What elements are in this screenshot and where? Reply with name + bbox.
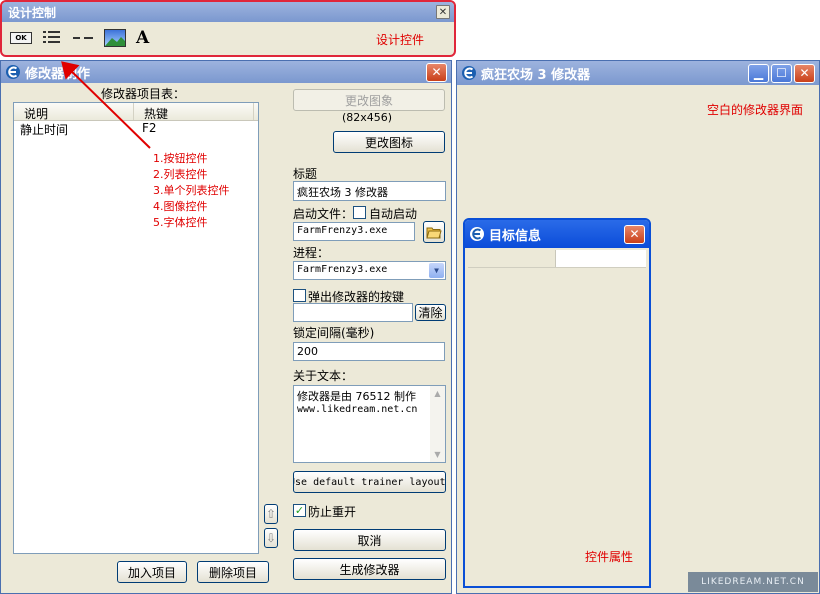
app-logo-icon — [461, 65, 477, 81]
about-scrollbar[interactable]: ▲ ▼ — [430, 386, 445, 462]
delete-item-button[interactable]: 删除项目 — [197, 561, 269, 583]
maximize-icon[interactable]: ☐ — [771, 63, 792, 83]
app-logo-icon — [469, 226, 485, 242]
image-size-label: (82x456) — [342, 111, 393, 124]
trainer-editor-window: 修改器制作 ✕ 修改器项目表： 说明 热键 静止时间 F2 1.按钮控件 2.列… — [0, 60, 452, 594]
open-folder-icon — [426, 225, 442, 239]
property-name-cell[interactable] — [468, 250, 556, 267]
about-text-line: 修改器是由 76512 制作 — [297, 390, 416, 403]
popup-hotkey-checkbox[interactable] — [293, 289, 306, 302]
editor-title: 修改器制作 — [25, 66, 91, 82]
target-close-icon[interactable]: ✕ — [624, 224, 645, 244]
add-item-button[interactable]: 加入项目 — [117, 561, 187, 583]
move-down-button[interactable]: ⇩ — [264, 528, 278, 548]
button-tool-icon[interactable]: OK — [10, 32, 32, 44]
design-close-icon[interactable]: ✕ — [436, 5, 450, 19]
column-header-hotkey[interactable]: 热键 — [134, 103, 254, 121]
title-field[interactable]: 疯狂农场 3 修改器 — [293, 181, 446, 201]
process-value: FarmFrenzy3.exe — [297, 264, 388, 275]
column-header-desc[interactable]: 说明 — [14, 103, 134, 121]
row-hotkey: F2 — [142, 121, 157, 135]
target-info-title: 目标信息 — [489, 228, 542, 244]
start-file-field[interactable]: FarmFrenzy3.exe — [293, 222, 415, 241]
table-row[interactable]: 静止时间 F2 — [14, 121, 258, 137]
control-annotations: 1.按钮控件 2.列表控件 3.单个列表控件 4.图像控件 5.字体控件 — [153, 151, 230, 231]
design-control-window: 设计控制 ✕ OK A 设计控件 — [0, 0, 456, 57]
control-properties-label: 控件属性 — [585, 550, 634, 564]
scroll-up-icon[interactable]: ▲ — [430, 386, 445, 401]
change-icon-button[interactable]: 更改图标 — [333, 131, 445, 153]
annotation-button-control: 1.按钮控件 — [153, 152, 208, 165]
design-toolbar: OK A — [10, 29, 149, 47]
trainer-titlebar[interactable]: 疯狂农场 3 修改器 ▁ ☐ ✕ — [457, 61, 819, 85]
annotation-list-control: 2.列表控件 — [153, 168, 208, 181]
prevent-reopen-checkbox[interactable]: ✓ — [293, 504, 306, 517]
about-text-area[interactable]: 修改器是由 76512 制作 www.likedream.net.cn ▲ ▼ — [293, 385, 446, 463]
editor-titlebar[interactable]: 修改器制作 ✕ — [1, 61, 451, 83]
annotation-single-list-control: 3.单个列表控件 — [153, 184, 230, 197]
target-info-window: 目标信息 ✕ 控件属性 — [463, 218, 651, 588]
design-control-title: 设计控制 — [8, 5, 57, 20]
app-logo-icon — [5, 64, 21, 80]
close-icon[interactable]: ✕ — [794, 63, 815, 83]
browse-folder-button[interactable] — [423, 221, 445, 243]
list-header: 说明 热键 — [14, 103, 258, 121]
about-text-line: www.likedream.net.cn — [297, 404, 418, 415]
single-list-tool-icon[interactable] — [72, 29, 94, 47]
lock-interval-field[interactable]: 200 — [293, 342, 445, 361]
minimize-icon[interactable]: ▁ — [748, 63, 769, 83]
popup-hotkey-field[interactable] — [293, 303, 413, 322]
editor-close-icon[interactable]: ✕ — [426, 62, 447, 82]
property-grid[interactable] — [468, 250, 646, 268]
clear-hotkey-button[interactable]: 清除 — [415, 304, 446, 321]
list-tool-icon[interactable] — [42, 29, 62, 47]
autostart-label: 自动启动 — [369, 207, 418, 221]
annotation-font-control: 5.字体控件 — [153, 216, 208, 229]
lock-interval-label: 锁定间隔(毫秒) — [293, 326, 375, 340]
default-layout-label: Use default trainer layout — [293, 476, 446, 488]
process-select[interactable]: FarmFrenzy3.exe ▼ — [293, 261, 446, 280]
trainer-title: 疯狂农场 3 修改器 — [481, 67, 591, 83]
row-desc: 静止时间 — [20, 123, 69, 137]
cancel-button[interactable]: 取消 — [293, 529, 446, 551]
image-tool-icon[interactable] — [104, 29, 126, 47]
autostart-checkbox[interactable] — [353, 206, 366, 219]
blank-trainer-label: 空白的修改器界面 — [707, 103, 804, 117]
font-tool-icon[interactable]: A — [136, 29, 149, 47]
title-label: 标题 — [293, 167, 318, 181]
design-controls-label: 设计控件 — [376, 33, 425, 47]
annotation-image-control: 4.图像控件 — [153, 200, 208, 213]
default-layout-button[interactable]: Use default trainer layout — [293, 471, 446, 493]
process-label: 进程： — [293, 246, 330, 260]
generate-trainer-button[interactable]: 生成修改器 — [293, 558, 446, 580]
move-up-button[interactable]: ⇧ — [264, 504, 278, 524]
design-control-titlebar[interactable]: 设计控制 ✕ — [2, 2, 454, 22]
target-info-titlebar[interactable]: 目标信息 ✕ — [465, 220, 649, 248]
start-file-label: 启动文件： — [293, 207, 354, 221]
change-image-button[interactable]: 更改图象 — [293, 89, 445, 111]
chevron-down-icon[interactable]: ▼ — [429, 263, 444, 278]
property-value-cell[interactable] — [556, 250, 646, 267]
list-caption: 修改器项目表： — [101, 87, 186, 101]
prevent-reopen-label: 防止重开 — [308, 505, 357, 519]
scroll-down-icon[interactable]: ▼ — [430, 447, 445, 462]
about-text-label: 关于文本： — [293, 369, 354, 383]
watermark: LIKEDREAM.NET.CN — [688, 572, 818, 592]
